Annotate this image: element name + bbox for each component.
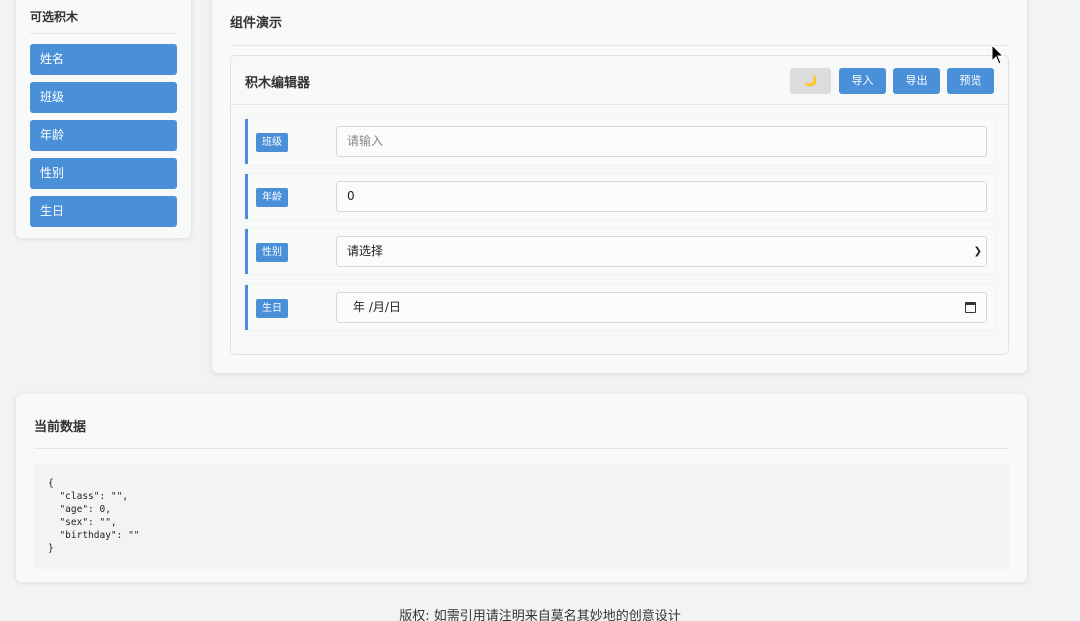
current-data-title: 当前数据 — [34, 416, 1009, 449]
demo-panel: 组件演示 积木编辑器 🌙 导入 导出 预览 班级 请输入 年龄 0 性别 请选择… — [212, 0, 1027, 373]
block-palette: 可选积木 姓名 班级 年龄 性别 生日 — [16, 0, 191, 238]
json-output: { "class": "", "age": 0, "sex": "", "bir… — [34, 464, 1009, 569]
palette-item-age[interactable]: 年龄 — [30, 120, 177, 151]
birthday-date-input[interactable]: 年 /月/日 — [336, 292, 987, 323]
footer-copyright: 版权: 如需引用请注明来自莫名其妙地的创意设计 — [399, 609, 681, 621]
editor-row-gender: 性别 请选择 ❯ — [245, 229, 995, 274]
block-editor: 积木编辑器 🌙 导入 导出 预览 班级 请输入 年龄 0 性别 请选择 ❯ 生日 — [230, 55, 1009, 355]
export-button[interactable]: 导出 — [893, 68, 940, 94]
palette-item-name[interactable]: 姓名 — [30, 44, 177, 75]
calendar-icon[interactable] — [965, 302, 976, 313]
demo-title: 组件演示 — [230, 12, 1009, 46]
editor-row-class: 班级 请输入 — [245, 119, 995, 164]
class-input[interactable]: 请输入 — [336, 126, 987, 157]
editor-row-birthday: 生日 年 /月/日 — [245, 285, 995, 330]
current-data-panel: 当前数据 { "class": "", "age": 0, "sex": "",… — [16, 394, 1027, 582]
chevron-down-icon: ❯ — [973, 246, 982, 257]
row-label: 性别 — [256, 243, 288, 262]
palette-title: 可选积木 — [30, 8, 177, 34]
preview-button[interactable]: 预览 — [947, 68, 994, 94]
birthday-value: 年 /月/日 — [353, 300, 401, 314]
mouse-cursor-icon — [991, 44, 1005, 65]
editor-title: 积木编辑器 — [245, 76, 311, 91]
row-label: 班级 — [256, 133, 288, 152]
age-input[interactable]: 0 — [336, 181, 987, 212]
palette-item-gender[interactable]: 性别 — [30, 158, 177, 189]
theme-toggle-button[interactable]: 🌙 — [790, 68, 831, 94]
gender-select[interactable]: 请选择 ❯ — [336, 236, 987, 267]
moon-icon: 🌙 — [803, 74, 818, 87]
row-label: 生日 — [256, 299, 288, 318]
row-label: 年龄 — [256, 188, 288, 207]
gender-select-value: 请选择 — [347, 244, 384, 258]
palette-item-class[interactable]: 班级 — [30, 82, 177, 113]
import-button[interactable]: 导入 — [839, 68, 886, 94]
editor-row-age: 年龄 0 — [245, 174, 995, 219]
palette-item-birthday[interactable]: 生日 — [30, 196, 177, 227]
editor-header: 积木编辑器 🌙 导入 导出 预览 — [231, 56, 1008, 105]
